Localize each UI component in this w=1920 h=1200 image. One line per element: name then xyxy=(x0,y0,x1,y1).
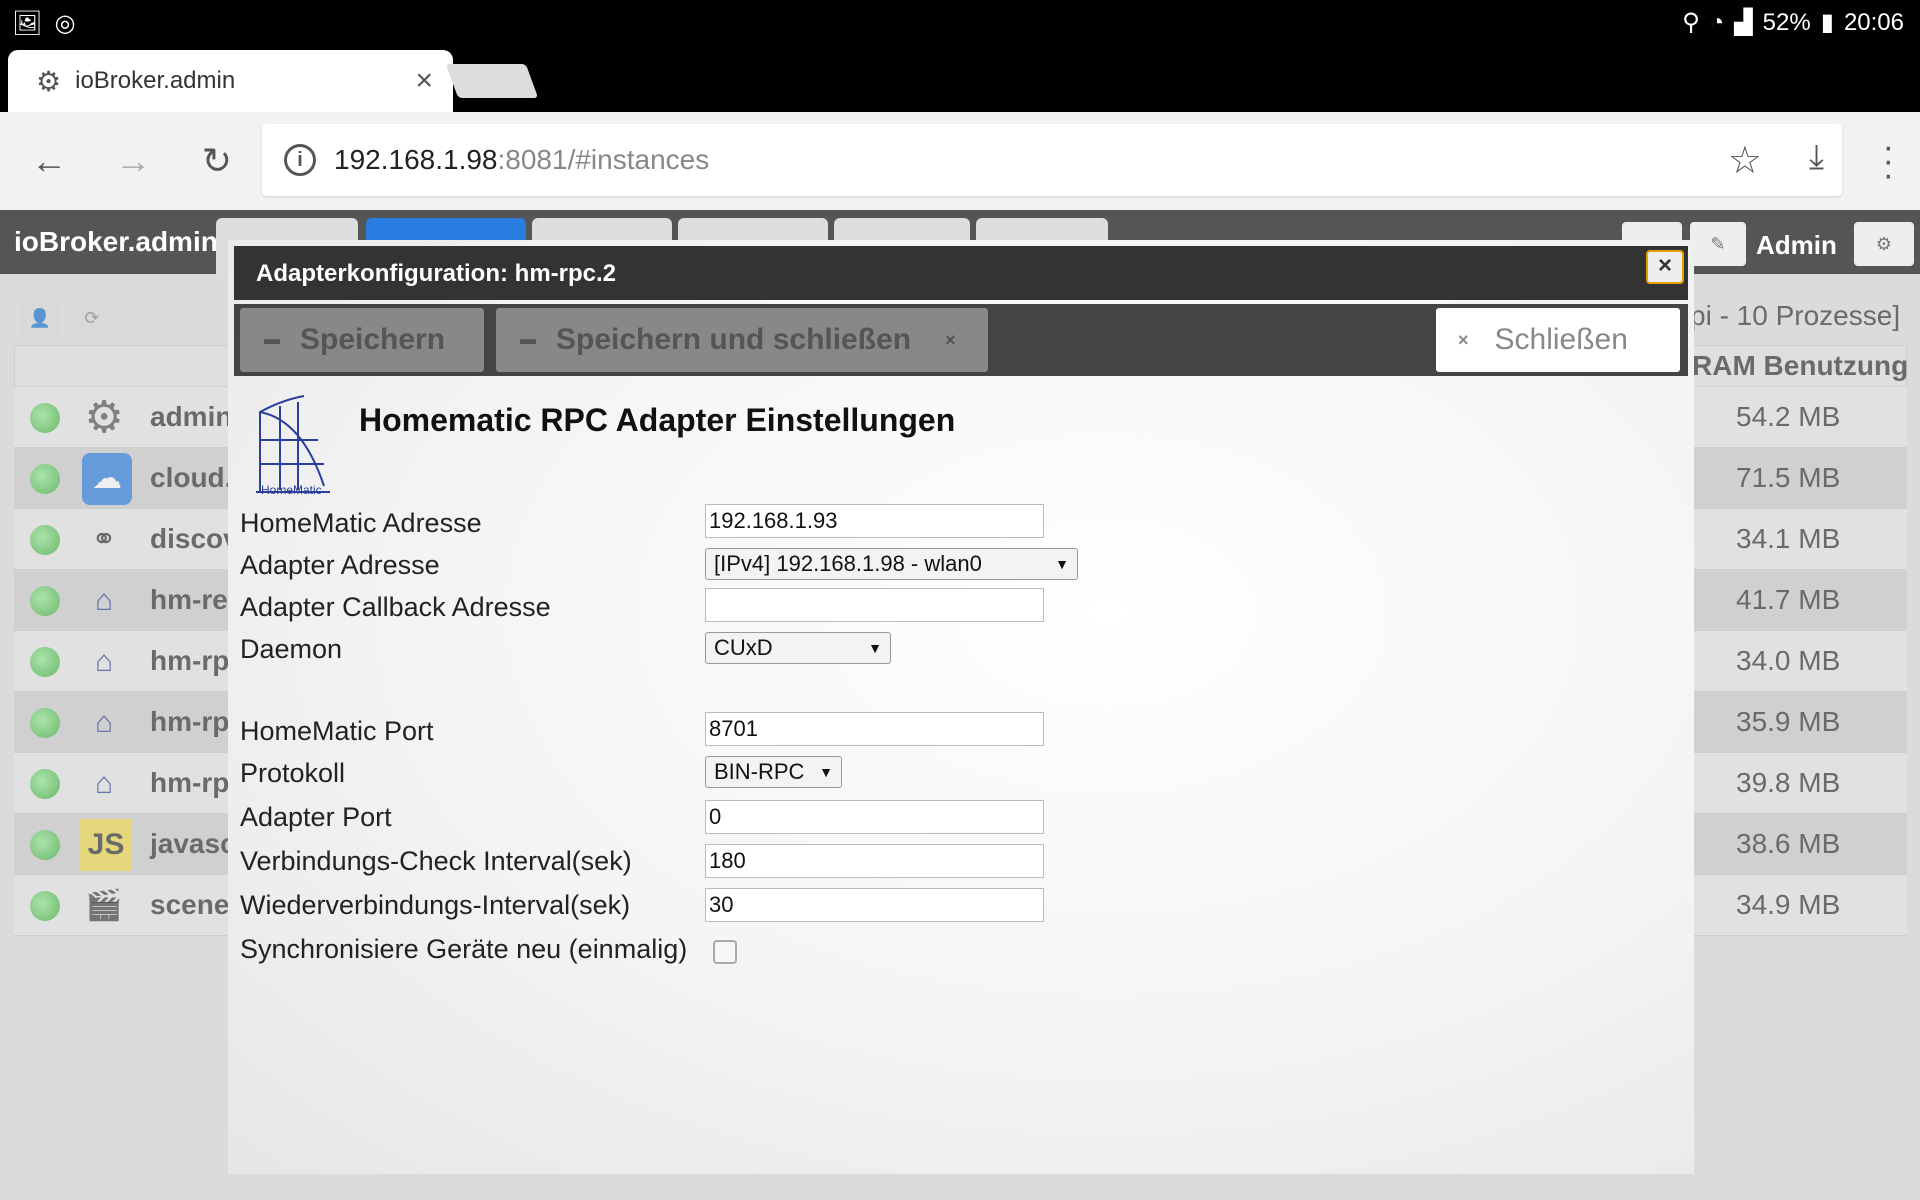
adapter-port-input[interactable] xyxy=(705,800,1044,834)
more-menu-icon[interactable]: · · · xyxy=(1883,130,1894,192)
wifi-icon: ◔ xyxy=(1709,8,1725,36)
image-notification-icon: 🖼 xyxy=(12,10,43,37)
browser-tab[interactable]: ⚙ ioBroker.admin × xyxy=(8,50,453,112)
forward-arrow-icon[interactable]: → xyxy=(108,136,158,186)
dropdown-arrow-icon: ▼ xyxy=(1055,556,1069,572)
download-icon[interactable]: ⤓ xyxy=(1809,138,1824,177)
adapter-config-dialog: Adapterkonfiguration: hm-rpc.2 × ▬ Speic… xyxy=(228,240,1694,1174)
app-brand: ioBroker.admin xyxy=(14,226,218,257)
hm-port-label: HomeMatic Port xyxy=(240,716,434,746)
browser-tab-strip: ⚙ ioBroker.admin × xyxy=(0,42,1920,112)
daemon-select[interactable]: CUxD ▼ xyxy=(705,632,891,664)
close-icon: × xyxy=(1458,329,1469,350)
user-name: Admin xyxy=(1756,230,1837,260)
daemon-label: Daemon xyxy=(240,634,343,664)
dialog-heading: Homematic RPC Adapter Einstellungen xyxy=(359,402,956,438)
settings-gear-icon[interactable]: ⚙ xyxy=(1854,222,1914,266)
location-icon: ⚲ xyxy=(1682,9,1700,36)
adapter-address-label: Adapter Adresse xyxy=(240,550,440,580)
gear-icon: ⚙ xyxy=(36,65,62,97)
save-button[interactable]: ▬ Speichern xyxy=(240,308,484,372)
battery-percent: 52% xyxy=(1762,8,1811,36)
adapter-address-select[interactable]: [IPv4] 192.168.1.98 - wlan0 ▼ xyxy=(705,548,1078,580)
dialog-close-icon[interactable]: × xyxy=(1646,250,1684,284)
battery-icon: ▮ xyxy=(1820,9,1834,36)
floppy-icon: ▬ xyxy=(264,331,280,348)
browser-toolbar: ← → ↻ i 192.168.1.98:8081/#instances ☆ ⤓… xyxy=(0,112,1920,210)
floppy-icon: ▬ xyxy=(520,331,536,348)
dropdown-arrow-icon: ▼ xyxy=(819,764,833,780)
tab-title: ioBroker.admin xyxy=(75,67,236,94)
dialog-button-bar: ▬ Speichern ▬ Speichern und schließen × … xyxy=(234,304,1688,376)
close-icon: × xyxy=(945,329,956,350)
save-and-close-button[interactable]: ▬ Speichern und schließen × xyxy=(496,308,988,372)
hm-address-label: HomeMatic Adresse xyxy=(240,508,482,538)
android-status-bar: 🖼 ◎ ⚲ ◔ ▟ 52% ▮ 20:06 xyxy=(0,0,1920,42)
signal-icon: ▟ xyxy=(1734,9,1753,36)
homematic-logo xyxy=(256,395,330,493)
callback-address-input[interactable] xyxy=(705,588,1044,622)
clock: 20:06 xyxy=(1843,8,1904,36)
protocol-label: Protokoll xyxy=(240,758,346,788)
sync-devices-label: Synchronisiere Geräte neu (einmalig) xyxy=(240,934,688,964)
hm-port-input[interactable] xyxy=(705,712,1044,746)
close-icon[interactable]: × xyxy=(415,64,433,98)
close-button[interactable]: × Schließen xyxy=(1436,308,1680,372)
check-interval-input[interactable] xyxy=(705,844,1044,878)
new-tab-button[interactable] xyxy=(445,64,539,98)
hm-address-input[interactable] xyxy=(705,504,1044,538)
back-arrow-icon[interactable]: ← xyxy=(24,136,74,186)
url-text[interactable]: 192.168.1.98:8081/#instances xyxy=(334,144,709,176)
address-bar[interactable]: i 192.168.1.98:8081/#instances ☆ ⤓ xyxy=(262,124,1842,196)
reload-icon[interactable]: ↻ xyxy=(192,136,242,186)
sync-devices-checkbox[interactable] xyxy=(713,940,737,964)
check-interval-label: Verbindungs-Check Interval(sek) xyxy=(240,846,632,876)
dialog-title: Adapterkonfiguration: hm-rpc.2 xyxy=(234,246,1688,300)
protocol-select[interactable]: BIN-RPC ▼ xyxy=(705,756,842,788)
edit-icon[interactable]: ✎ xyxy=(1690,222,1746,266)
homematic-logo-text: HomeMatic xyxy=(261,483,322,497)
reconnect-interval-label: Wiederverbindungs-Interval(sek) xyxy=(240,890,631,920)
dropdown-arrow-icon: ▼ xyxy=(868,640,882,656)
adapter-port-label: Adapter Port xyxy=(240,802,392,832)
bookmark-star-icon[interactable]: ☆ xyxy=(1728,138,1762,183)
sync-notification-icon: ◎ xyxy=(54,10,76,37)
info-icon[interactable]: i xyxy=(284,144,316,176)
reconnect-interval-input[interactable] xyxy=(705,888,1044,922)
callback-address-label: Adapter Callback Adresse xyxy=(240,592,551,622)
